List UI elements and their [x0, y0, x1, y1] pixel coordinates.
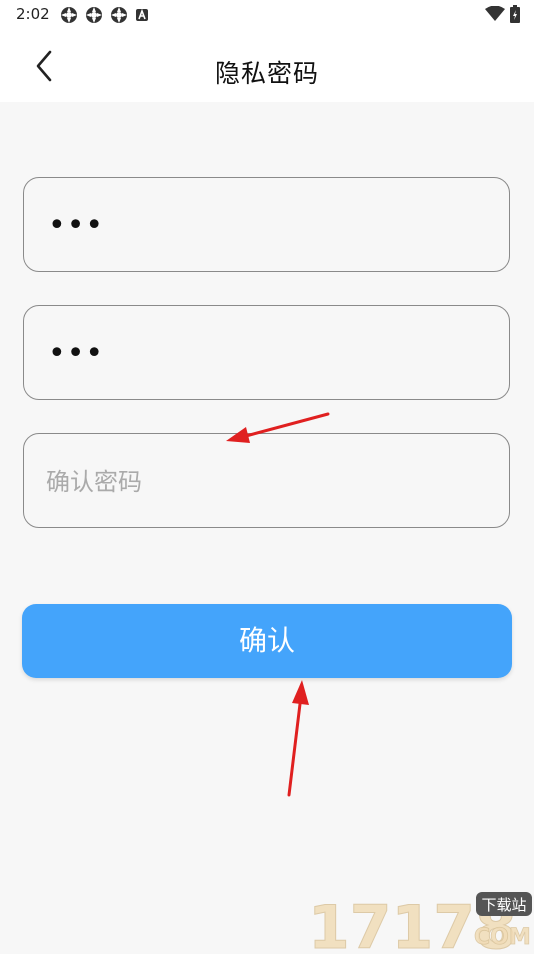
app-notification-icon	[111, 7, 127, 23]
password-masked-value: •••	[48, 208, 105, 243]
app-notification-icon	[61, 7, 77, 23]
watermark-tag: 下载站	[481, 896, 526, 914]
notification-icons	[60, 6, 149, 24]
watermark-domain: COM	[474, 925, 531, 950]
app-notification-icon	[86, 7, 102, 23]
a-icon	[136, 8, 148, 21]
confirm-password-field[interactable]	[23, 433, 510, 529]
status-right	[485, 5, 520, 23]
password-field[interactable]: •••	[23, 177, 510, 272]
new-password-masked-value: •••	[48, 336, 105, 371]
app-header: 隐私密码	[0, 30, 534, 102]
annotation-arrow-2	[287, 680, 309, 797]
new-password-field[interactable]: •••	[23, 305, 510, 400]
confirm-password-input[interactable]	[44, 434, 488, 529]
watermark-logo: 17178 下载站 COM	[308, 888, 534, 954]
confirm-button[interactable]: 确认	[22, 604, 512, 678]
page-title: 隐私密码	[214, 59, 319, 88]
status-bar: 2:02	[0, 0, 534, 30]
wifi-icon	[485, 6, 505, 21]
battery-icon	[510, 5, 520, 23]
status-time: 2:02	[16, 5, 50, 23]
